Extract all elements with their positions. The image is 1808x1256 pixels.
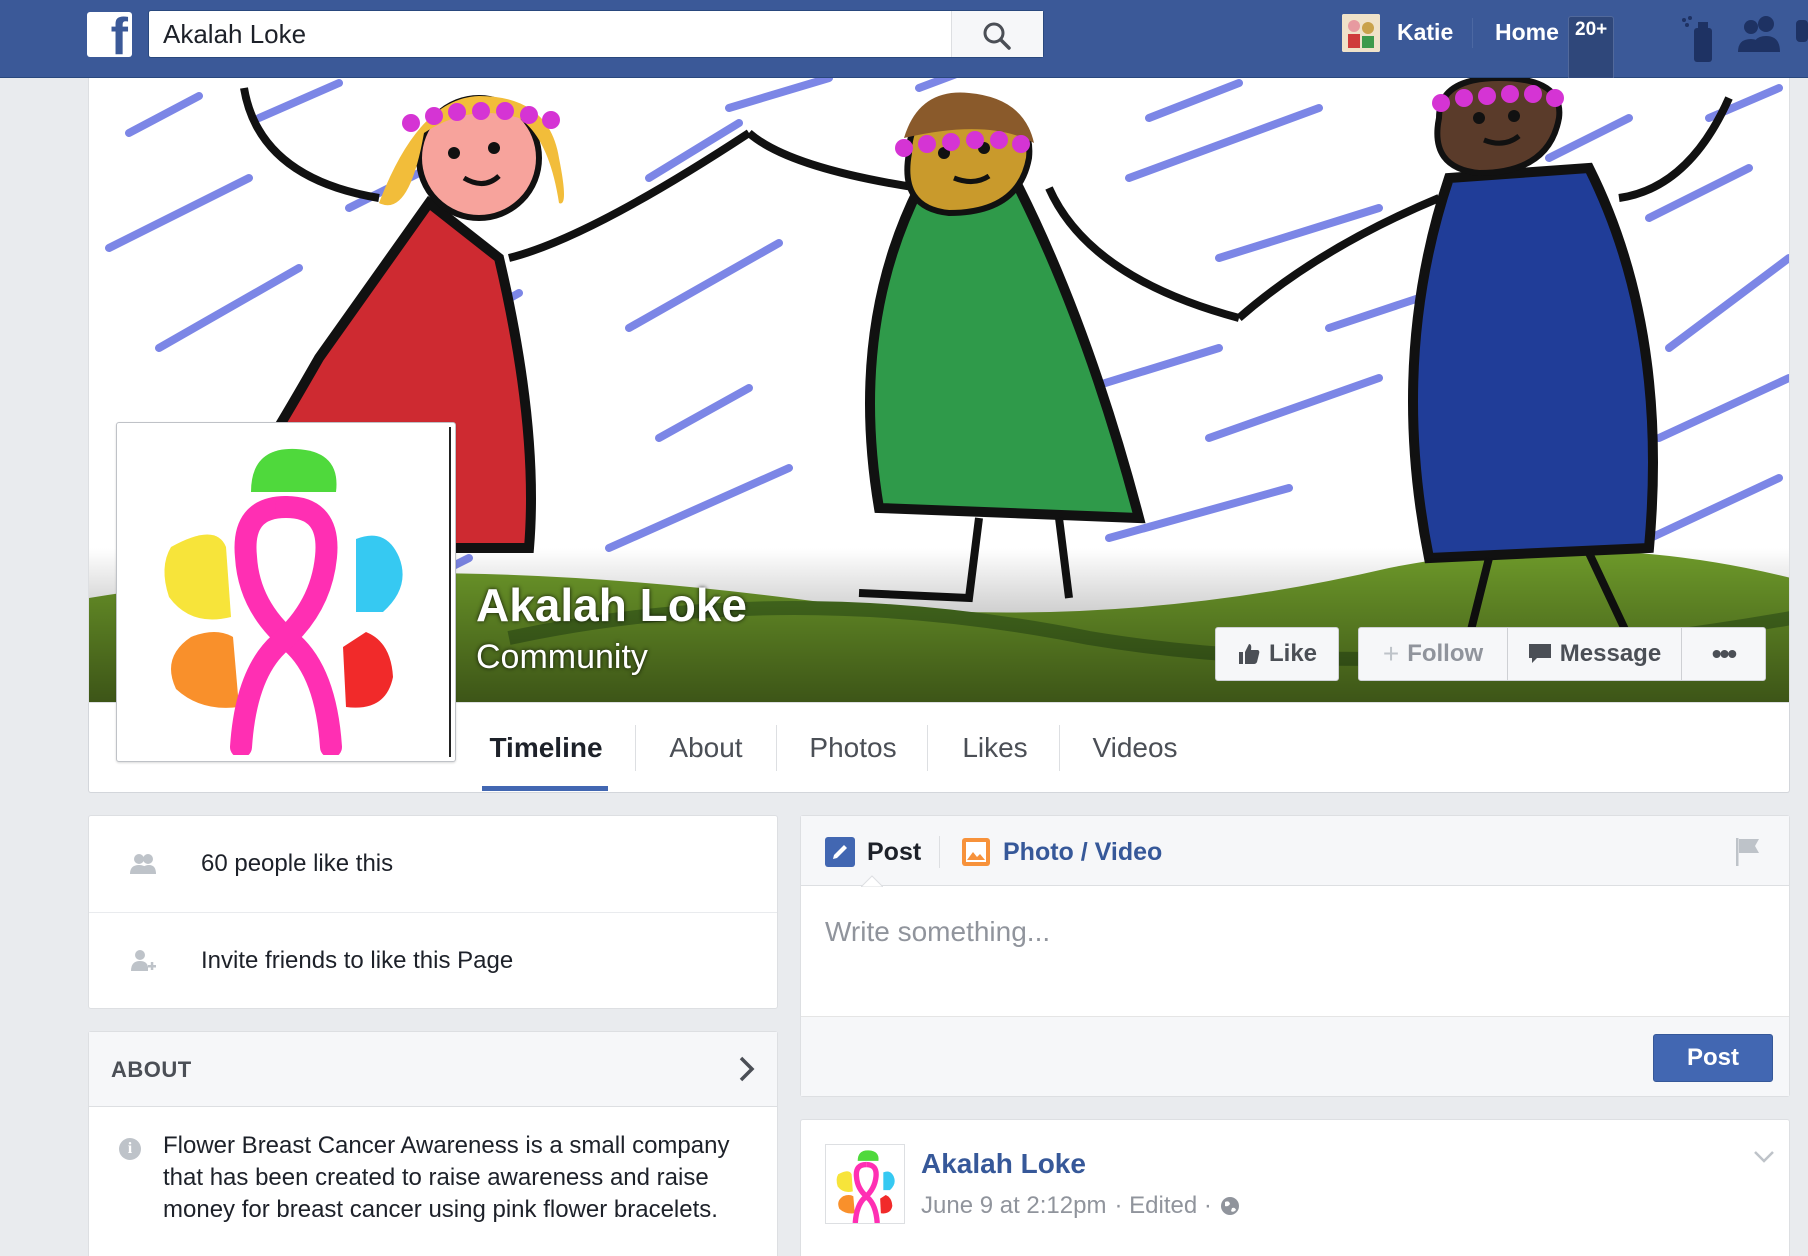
about-header[interactable]: ABOUT <box>89 1032 777 1107</box>
search-box <box>148 10 1044 58</box>
story-meta: June 9 at 2:12pm · Edited · <box>921 1192 1240 1220</box>
composer-input[interactable]: Write something... <box>825 916 1050 948</box>
active-tab-indicator <box>482 786 608 791</box>
story-timestamp[interactable]: June 9 at 2:12pm <box>921 1192 1106 1220</box>
people-icon <box>130 854 156 874</box>
search-button[interactable] <box>951 11 1043 57</box>
invite-friends-row[interactable]: Invite friends to like this Page <box>89 913 777 1009</box>
find-friends-icon[interactable] <box>1676 14 1722 67</box>
thumbs-up-icon <box>1238 644 1260 664</box>
search-icon <box>983 22 1011 50</box>
follow-button[interactable]: + Follow <box>1359 628 1508 680</box>
message-button[interactable]: Message <box>1508 628 1682 680</box>
post-composer: Post Photo / Video Write something... Po… <box>800 815 1790 1097</box>
page-category[interactable]: Community <box>476 638 648 677</box>
tab-photos[interactable]: Photos <box>777 703 929 793</box>
tab-timeline[interactable]: Timeline <box>483 703 609 793</box>
user-name-link[interactable]: Katie <box>1397 19 1453 83</box>
composer-header: Post Photo / Video <box>801 816 1789 887</box>
home-link[interactable]: Home <box>1495 19 1559 83</box>
chevron-right-icon <box>739 1056 755 1082</box>
user-avatar[interactable] <box>1342 14 1380 52</box>
pencil-icon <box>825 837 855 867</box>
flag-icon[interactable] <box>1733 836 1763 868</box>
speech-bubble-icon <box>1528 644 1551 663</box>
chevron-down-icon[interactable] <box>1753 1150 1775 1164</box>
globe-icon <box>1220 1197 1239 1215</box>
likes-count-text: 60 people like this <box>201 850 394 877</box>
story-author-avatar[interactable] <box>825 1144 905 1224</box>
add-person-icon <box>131 950 156 971</box>
page-action-group: + Follow Message ••• <box>1358 627 1766 681</box>
feed-story: Akalah Loke June 9 at 2:12pm · Edited · <box>800 1119 1790 1256</box>
about-card: ABOUT i Flower Breast Cancer Awareness i… <box>88 1031 778 1256</box>
likes-card: 60 people like this Invite friends to li… <box>88 815 778 1009</box>
story-author-name[interactable]: Akalah Loke <box>921 1148 1086 1180</box>
messages-icon[interactable] <box>1796 14 1808 55</box>
composer-tab-photo-video[interactable]: Photo / Video <box>961 836 1162 868</box>
story-edited-label[interactable]: · Edited · <box>1114 1192 1211 1220</box>
home-notification-badge: 20+ <box>1568 16 1615 80</box>
active-tab-notch <box>861 875 883 887</box>
about-title: ABOUT <box>111 1057 192 1082</box>
tab-videos[interactable]: Videos <box>1060 703 1210 793</box>
facebook-logo[interactable]: f <box>87 12 132 57</box>
post-submit-button[interactable]: Post <box>1653 1034 1773 1082</box>
composer-footer: Post <box>801 1016 1789 1096</box>
info-icon: i <box>119 1138 141 1160</box>
composer-tab-post[interactable]: Post <box>825 836 921 868</box>
more-options-button[interactable]: ••• <box>1682 628 1765 680</box>
likes-count-row[interactable]: 60 people like this <box>89 816 777 912</box>
like-page-button[interactable]: Like <box>1215 627 1339 681</box>
about-description: Flower Breast Cancer Awareness is a smal… <box>163 1132 730 1223</box>
nav-divider <box>1472 18 1473 48</box>
profile-picture[interactable] <box>116 422 456 762</box>
search-input[interactable] <box>149 11 951 57</box>
page-title[interactable]: Akalah Loke <box>476 578 747 632</box>
invite-friends-text: Invite friends to like this Page <box>201 947 514 974</box>
plus-icon: + <box>1382 638 1400 669</box>
flower-ribbon-logo <box>164 448 403 757</box>
top-navigation-bar: f Katie Home 20+ <box>0 0 1808 80</box>
tab-about[interactable]: About <box>636 703 776 793</box>
photo-icon <box>962 838 990 866</box>
composer-separator <box>939 836 940 868</box>
tab-likes[interactable]: Likes <box>928 703 1062 793</box>
friend-requests-icon[interactable] <box>1738 14 1782 59</box>
